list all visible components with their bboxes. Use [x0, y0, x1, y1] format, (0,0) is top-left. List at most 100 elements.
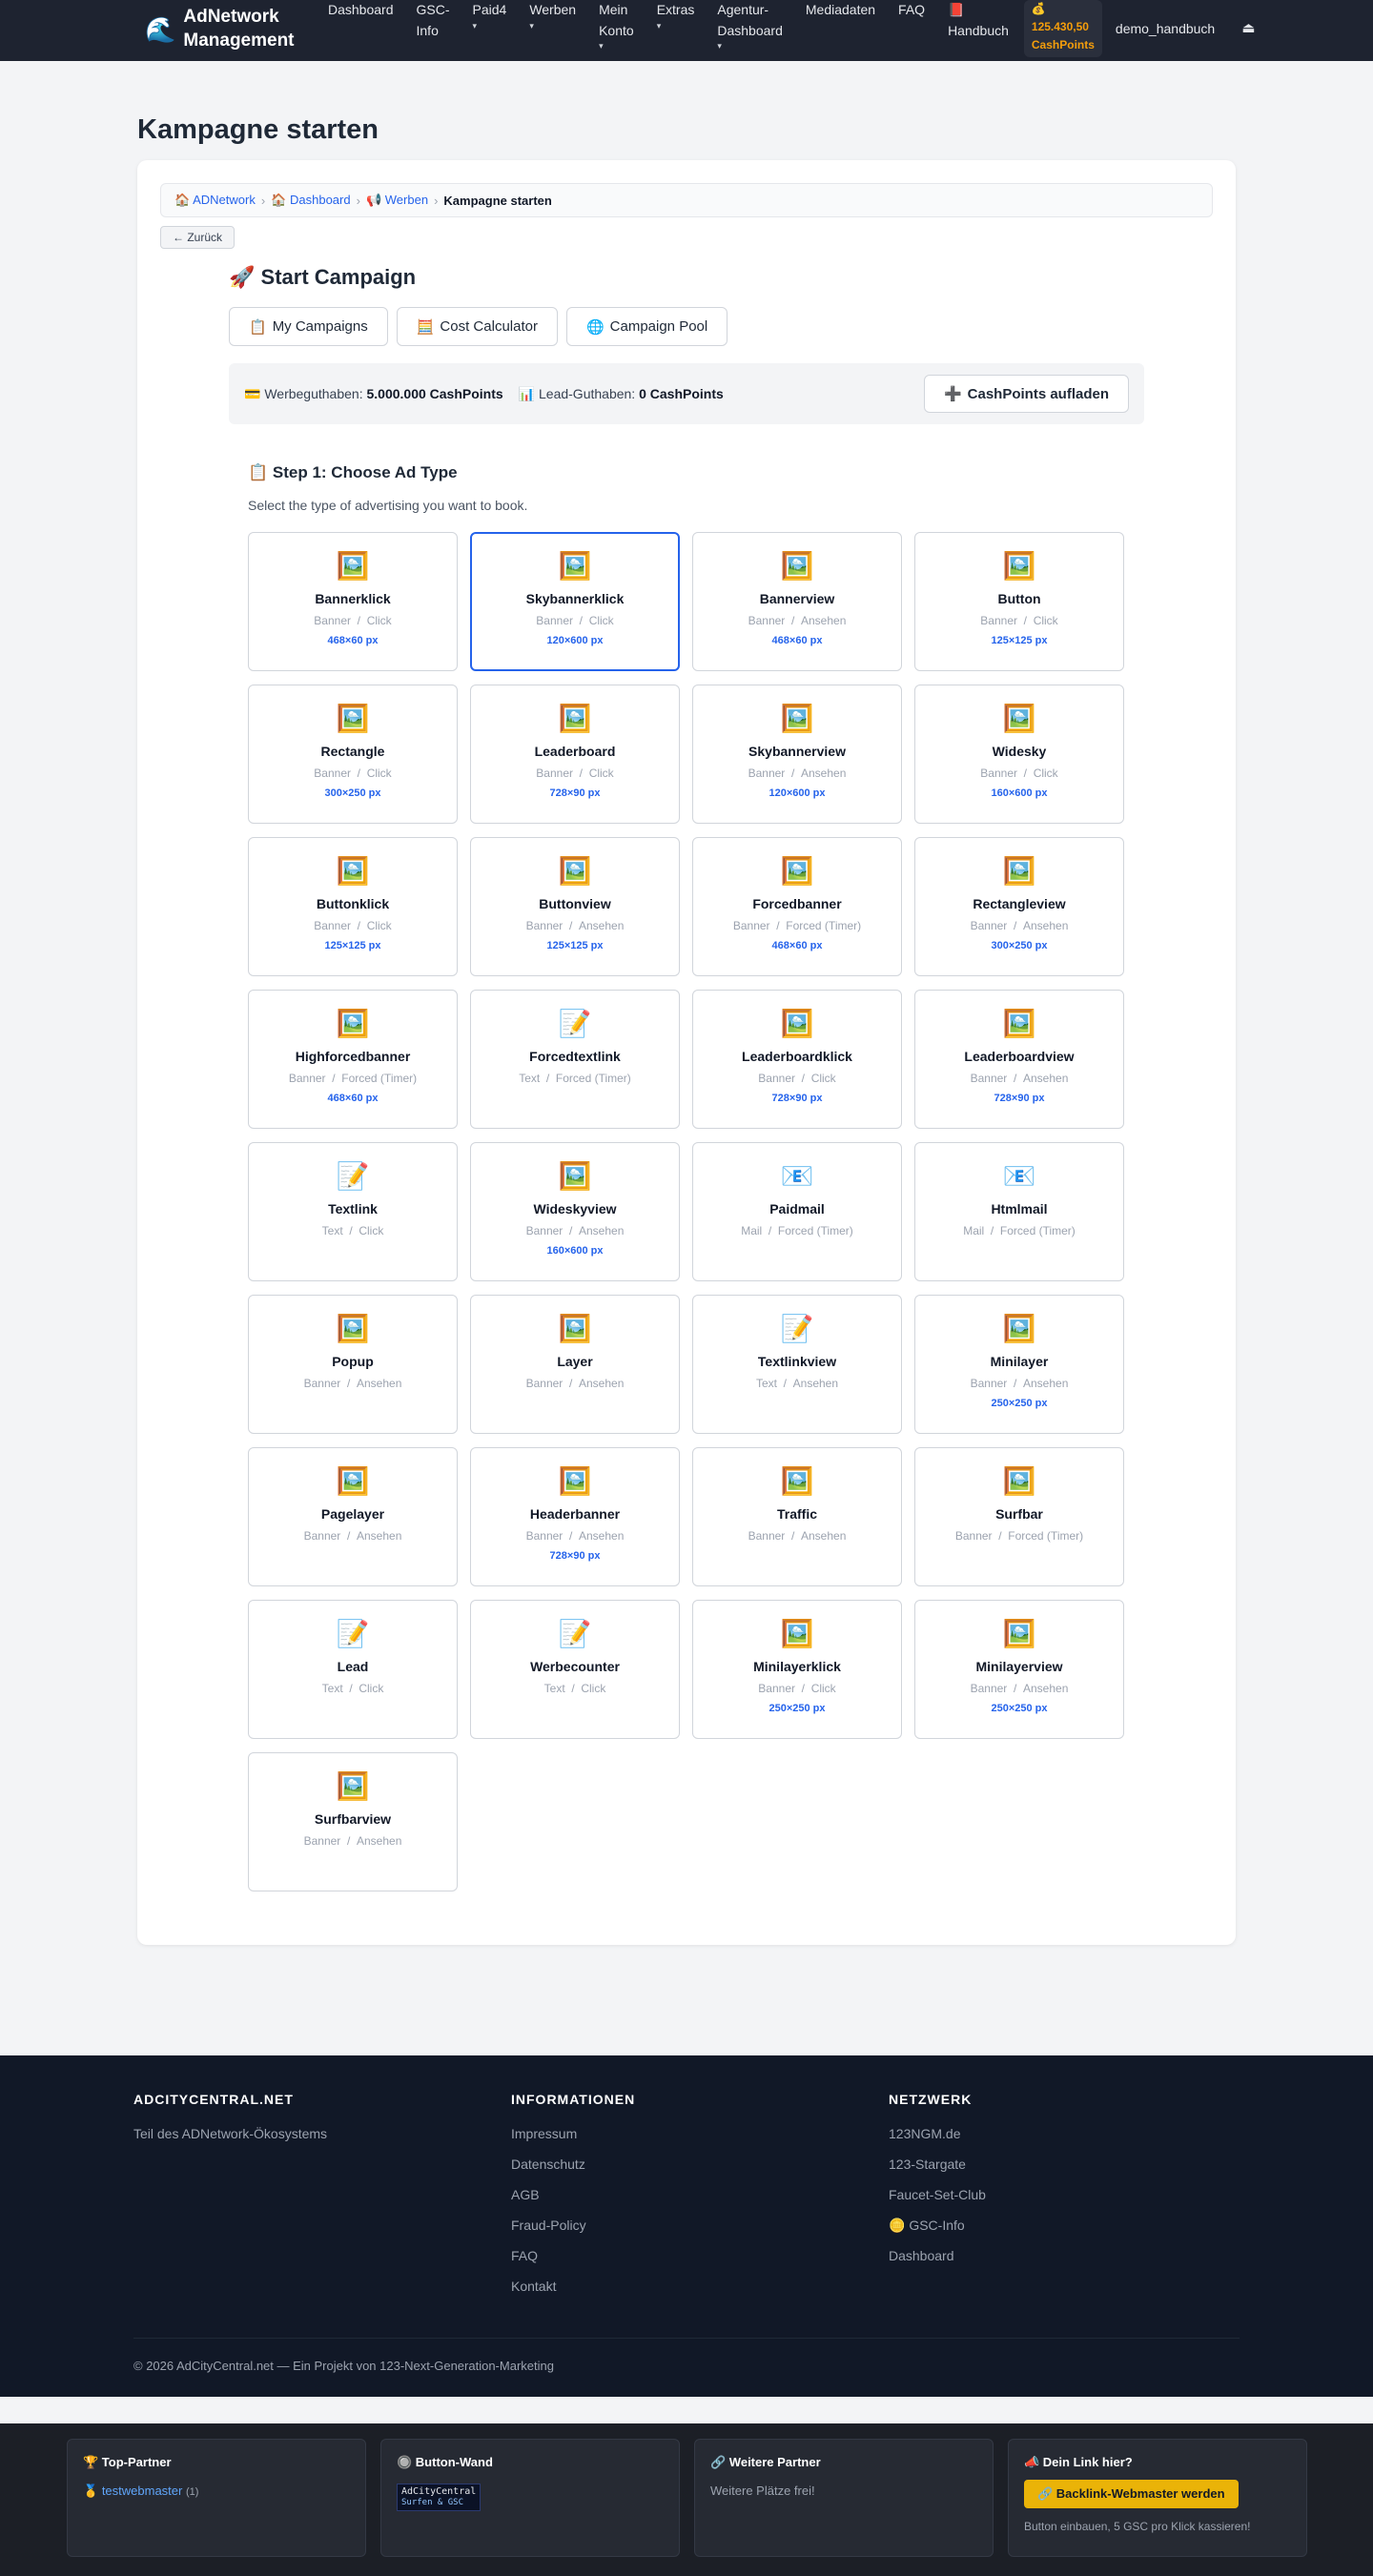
partner-mini-banner[interactable]: AdCityCentral Surfen & GSC — [397, 2484, 482, 2511]
picture-icon: 🖼️ — [780, 856, 814, 886]
chart-icon: 📊 — [518, 385, 536, 401]
ad-type-card-lead[interactable]: 📝 Lead Text / Click — [248, 1600, 458, 1739]
ad-type-action: Forced (Timer) — [777, 1224, 853, 1237]
ad-type-action: Ansehen — [801, 614, 847, 627]
logout-icon[interactable]: ⏏ — [1228, 0, 1255, 36]
user-menu[interactable]: demo_handbuch — [1102, 0, 1228, 36]
ad-type-card-traffic[interactable]: 🖼️ Traffic Banner / Ansehen — [692, 1447, 902, 1586]
breadcrumb-link[interactable]: 🏠 Dashboard — [271, 193, 350, 208]
nav-item-extras[interactable]: Extras ▾ — [646, 0, 707, 31]
footer-link[interactable]: 123-Stargate — [889, 2149, 986, 2179]
nav-item-mediadaten[interactable]: Mediadaten — [794, 0, 887, 21]
ad-type-card-leaderboardklick[interactable]: 🖼️ Leaderboardklick Banner / Click 728×90 p… — [692, 990, 902, 1129]
ad-type-size: 120×600 px — [546, 635, 604, 646]
ad-type-card-widesky[interactable]: 🖼️ Widesky Banner / Click 160×600 px — [914, 685, 1124, 824]
picture-icon: 🖼️ — [1002, 551, 1036, 581]
ad-type-action: Forced (Timer) — [1008, 1529, 1084, 1543]
nav-item-paid4[interactable]: Paid4 ▾ — [461, 0, 519, 31]
ad-type-kind: Banner — [525, 1224, 564, 1237]
ad-type-card-surfbar[interactable]: 🖼️ Surfbar Banner / Forced (Timer) — [914, 1447, 1124, 1586]
ad-type-card-highforcedbanner[interactable]: 🖼️ Highforcedbanner Banner / Forced (Timer… — [248, 990, 458, 1129]
back-button[interactable]: ← Zurück — [160, 226, 236, 249]
cashpoints-badge[interactable]: 💰 125.430,50 CashPoints — [1023, 0, 1102, 57]
ad-type-card-layer[interactable]: 🖼️ Layer Banner / Ansehen — [470, 1295, 680, 1434]
ad-type-card-bannerview[interactable]: 🖼️ Bannerview Banner / Ansehen 468×60 px — [692, 532, 902, 671]
nav-item-handbuch[interactable]: 📕 Handbuch — [936, 0, 1020, 41]
ad-type-card-rectangle[interactable]: 🖼️ Rectangle Banner / Click 300×250 px — [248, 685, 458, 824]
ad-type-card-buttonview[interactable]: 🖼️ Buttonview Banner / Ansehen 125×125 px — [470, 837, 680, 976]
brand-logo[interactable]: 🌊 AdNetwork Management — [145, 0, 317, 52]
ad-type-card-pagelayer[interactable]: 🖼️ Pagelayer Banner / Ansehen — [248, 1447, 458, 1586]
nav-item-label: Handbuch — [948, 22, 1009, 38]
ad-type-card-wideskyview[interactable]: 🖼️ Wideskyview Banner / Ansehen 160×600 px — [470, 1142, 680, 1281]
ad-type-card-bannerklick[interactable]: 🖼️ Bannerklick Banner / Click 468×60 px — [248, 532, 458, 671]
ad-type-size: 160×600 px — [546, 1245, 604, 1257]
footer-link[interactable]: Faucet-Set-Club — [889, 2179, 986, 2210]
ad-type-card-forcedbanner[interactable]: 🖼️ Forcedbanner Banner / Forced (Timer) 468… — [692, 837, 902, 976]
ad-type-card-headerbanner[interactable]: 🖼️ Headerbanner Banner / Ansehen 728×90 px — [470, 1447, 680, 1586]
footer-link[interactable]: 123NGM.de — [889, 2118, 986, 2149]
ad-type-card-htmlmail[interactable]: 📧 Htmlmail Mail / Forced (Timer) — [914, 1142, 1124, 1281]
ad-type-card-surfbarview[interactable]: 🖼️ Surfbarview Banner / Ansehen — [248, 1752, 458, 1891]
footer-link[interactable]: Dashboard — [889, 2240, 986, 2271]
topup-cashpoints-button[interactable]: ➕ CashPoints aufladen — [923, 375, 1129, 413]
ad-type-size: 728×90 px — [549, 1550, 601, 1562]
ad-type-card-werbecounter[interactable]: 📝 Werbecounter Text / Click — [470, 1600, 680, 1739]
ad-type-card-leaderboardview[interactable]: 🖼️ Leaderboardview Banner / Ansehen 728×90 … — [914, 990, 1124, 1129]
nav-item-agentur[interactable]: Agentur- Dashboard ▾ — [706, 0, 794, 51]
ad-type-name: Surfbar — [995, 1506, 1043, 1522]
ad-type-action: Forced (Timer) — [786, 919, 862, 932]
ad-type-size: 125×125 px — [546, 940, 604, 951]
picture-icon: 🖼️ — [558, 856, 592, 886]
top-partner-link[interactable]: testwebmaster — [102, 2484, 183, 2498]
ad-type-meta: Banner / Click — [536, 614, 613, 627]
ad-type-card-button[interactable]: 🖼️ Button Banner / Click 125×125 px — [914, 532, 1124, 671]
ad-type-card-minilayerklick[interactable]: 🖼️ Minilayerklick Banner / Click 250×250 px — [692, 1600, 902, 1739]
ad-type-name: Surfbarview — [314, 1811, 392, 1827]
breadcrumb-link[interactable]: 📢 Werben — [366, 193, 428, 208]
nav-item-werben[interactable]: Werben ▾ — [518, 0, 587, 31]
home-icon: 🏠 — [271, 193, 287, 207]
ad-type-separator: / — [790, 614, 795, 627]
footer-link[interactable]: 🪙 GSC-Info — [889, 2210, 986, 2240]
ad-type-card-textlinkview[interactable]: 📝 Textlinkview Text / Ansehen — [692, 1295, 902, 1434]
ad-type-card-forcedtextlink[interactable]: 📝 Forcedtextlink Text / Forced (Timer) — [470, 990, 680, 1129]
ad-type-card-minilayerview[interactable]: 🖼️ Minilayerview Banner / Ansehen 250×250 p… — [914, 1600, 1124, 1739]
footer-link[interactable]: Impressum — [511, 2118, 635, 2149]
ad-type-card-paidmail[interactable]: 📧 Paidmail Mail / Forced (Timer) — [692, 1142, 902, 1281]
nav-item-faq[interactable]: FAQ — [887, 0, 936, 21]
backlink-webmaster-button[interactable]: 🔗 Backlink-Webmaster werden — [1024, 2480, 1239, 2508]
footer-heading: NETZWERK — [889, 2092, 973, 2107]
picture-icon: 🖼️ — [780, 704, 814, 733]
footer-link[interactable]: AGB — [511, 2179, 635, 2210]
footer-link[interactable]: FAQ — [511, 2240, 635, 2271]
footer-link[interactable]: Kontakt — [511, 2271, 635, 2301]
ad-type-kind: Banner — [970, 919, 1008, 932]
tab-cost-calculator[interactable]: 🧮 Cost Calculator — [396, 307, 558, 346]
breadcrumb-current: Kampagne starten — [443, 193, 552, 208]
breadcrumb-link[interactable]: 🏠 ADNetwork — [174, 193, 256, 208]
nav-item-mein[interactable]: Mein Konto ▾ — [587, 0, 646, 51]
tab-my-campaigns[interactable]: 📋 My Campaigns — [229, 307, 388, 346]
picture-icon: 🖼️ — [336, 1009, 370, 1038]
ad-type-size: 250×250 px — [768, 1703, 826, 1714]
ad-type-action: Click — [581, 1682, 606, 1695]
ad-type-card-skybannerklick[interactable]: 🖼️ Skybannerklick Banner / Click 120×600 px — [470, 532, 680, 671]
ad-type-action: Click — [366, 614, 392, 627]
memo-icon: 📝 — [780, 1314, 814, 1343]
tab-campaign-pool[interactable]: 🌐 Campaign Pool — [565, 307, 728, 346]
ad-type-card-textlink[interactable]: 📝 Textlink Text / Click — [248, 1142, 458, 1281]
footer-link[interactable]: Datenschutz — [511, 2149, 635, 2179]
nav-item-gsc[interactable]: GSC- Info — [405, 0, 461, 41]
ad-type-card-popup[interactable]: 🖼️ Popup Banner / Ansehen — [248, 1295, 458, 1434]
book-icon: 📕 — [948, 2, 965, 17]
ad-type-meta: Banner / Ansehen — [748, 1529, 847, 1543]
ad-type-card-minilayer[interactable]: 🖼️ Minilayer Banner / Ansehen 250×250 px — [914, 1295, 1124, 1434]
ad-type-kind: Mail — [741, 1224, 763, 1237]
ad-type-card-leaderboard[interactable]: 🖼️ Leaderboard Banner / Click 728×90 px — [470, 685, 680, 824]
ad-type-card-buttonklick[interactable]: 🖼️ Buttonklick Banner / Click 125×125 px — [248, 837, 458, 976]
footer-link[interactable]: Fraud-Policy — [511, 2210, 635, 2240]
ad-type-card-skybannerview[interactable]: 🖼️ Skybannerview Banner / Ansehen 120×600 p… — [692, 685, 902, 824]
nav-item-dashboard[interactable]: Dashboard — [317, 0, 405, 21]
ad-type-card-rectangleview[interactable]: 🖼️ Rectangleview Banner / Ansehen 300×250 p… — [914, 837, 1124, 976]
